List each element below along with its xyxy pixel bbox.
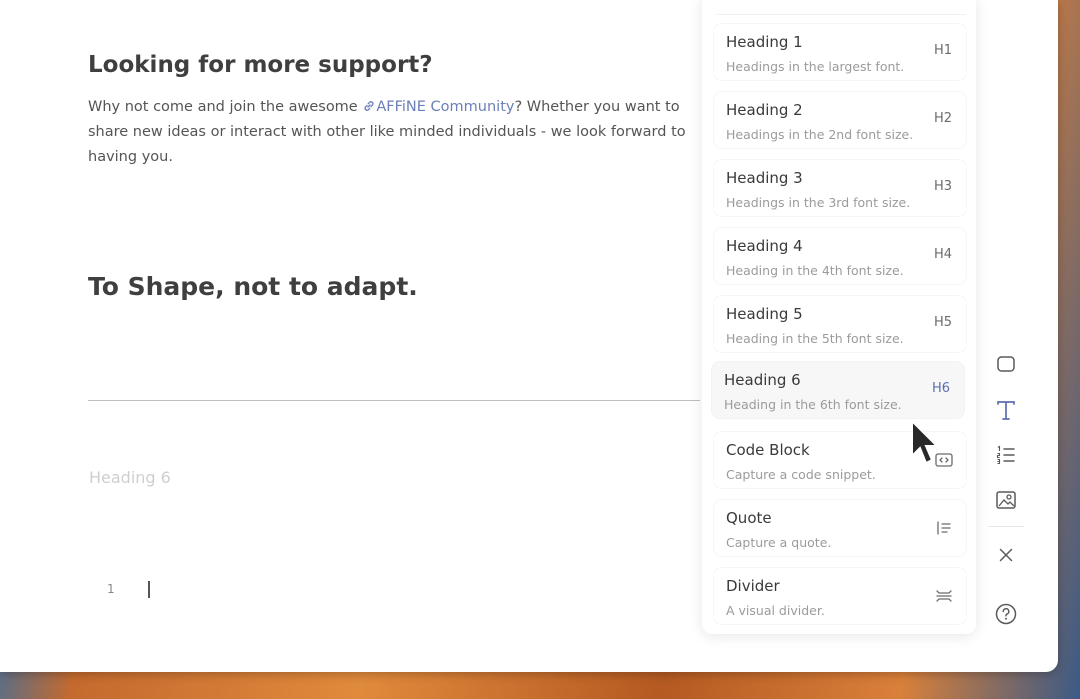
- quote-icon: [937, 521, 951, 535]
- paragraph-line-3: having you.: [88, 149, 173, 165]
- edgeless-toolbar: [984, 346, 1028, 576]
- menu-item-description: Heading in the 4th font size.: [726, 263, 904, 278]
- menu-item-text-partial[interactable]: [716, 0, 966, 15]
- paragraph-text: Why not come and join the awesome: [88, 99, 363, 115]
- menu-item-shortcut: H5: [933, 315, 952, 330]
- menu-item-heading-4[interactable]: Heading 4 Heading in the 4th font size. …: [714, 228, 966, 284]
- support-paragraph[interactable]: Why not come and join the awesome AFFiNE…: [88, 95, 728, 170]
- menu-item-title: Code Block: [726, 441, 810, 459]
- paragraph-line-2: share new ideas or interact with other l…: [88, 124, 686, 140]
- menu-item-title: Heading 1: [726, 33, 803, 51]
- image-icon[interactable]: [994, 488, 1018, 512]
- menu-item-title: Heading 4: [726, 237, 803, 255]
- menu-item-description: Headings in the 3rd font size.: [726, 195, 911, 210]
- app-window: Looking for more support? Why not come a…: [0, 0, 1058, 672]
- menu-item-heading-1[interactable]: Heading 1 Headings in the largest font. …: [714, 24, 966, 80]
- menu-item-shortcut: H2: [933, 111, 952, 126]
- menu-item-heading-5[interactable]: Heading 5 Heading in the 5th font size. …: [714, 296, 966, 352]
- menu-item-description: Capture a quote.: [726, 535, 832, 550]
- shape-icon[interactable]: [994, 352, 1018, 376]
- text-icon[interactable]: [994, 398, 1018, 422]
- menu-item-description: Heading in the 6th font size.: [724, 397, 902, 412]
- list-icon[interactable]: [994, 443, 1018, 467]
- menu-item-heading-3[interactable]: Heading 3 Headings in the 3rd font size.…: [714, 160, 966, 216]
- menu-item-heading-6[interactable]: Heading 6 Heading in the 6th font size. …: [712, 362, 964, 418]
- text-caret: [148, 581, 150, 598]
- mouse-cursor-icon: [911, 418, 940, 465]
- close-icon[interactable]: [994, 543, 1018, 567]
- menu-item-description: A visual divider.: [726, 603, 825, 618]
- support-heading[interactable]: Looking for more support?: [88, 52, 433, 78]
- menu-item-description: Headings in the 2nd font size.: [726, 127, 914, 142]
- menu-item-description: Headings in the largest font.: [726, 59, 905, 74]
- paragraph-text: ? Whether you want to: [514, 99, 680, 115]
- menu-item-description: Capture a code snippet.: [726, 467, 876, 482]
- menu-item-title: Heading 3: [726, 169, 803, 187]
- heading-6-placeholder[interactable]: Heading 6: [89, 468, 171, 487]
- shape-heading[interactable]: To Shape, not to adapt.: [88, 272, 418, 301]
- help-icon[interactable]: [994, 602, 1018, 626]
- divider-icon: [936, 590, 952, 602]
- editor-canvas[interactable]: Looking for more support? Why not come a…: [0, 0, 700, 672]
- menu-item-divider[interactable]: Divider A visual divider.: [714, 568, 966, 624]
- menu-item-title: Divider: [726, 577, 780, 595]
- line-number: 1: [107, 582, 115, 596]
- menu-item-title: Heading 2: [726, 101, 803, 119]
- menu-item-title: Heading 6: [724, 371, 801, 389]
- community-link-label: AFFiNE Community: [376, 99, 515, 115]
- menu-item-title: Heading 5: [726, 305, 803, 323]
- menu-item-title: Quote: [726, 509, 772, 527]
- menu-item-shortcut: H1: [933, 43, 952, 58]
- link-icon: [364, 101, 374, 111]
- menu-item-quote[interactable]: Quote Capture a quote.: [714, 500, 966, 556]
- menu-item-shortcut: H6: [931, 381, 950, 396]
- paragraph-line-1: Why not come and join the awesome AFFiNE…: [88, 95, 728, 120]
- divider-block: [88, 400, 700, 401]
- menu-item-shortcut: H4: [933, 247, 952, 262]
- menu-item-heading-2[interactable]: Heading 2 Headings in the 2nd font size.…: [714, 92, 966, 148]
- menu-item-shortcut: H3: [933, 179, 952, 194]
- community-link[interactable]: AFFiNE Community: [362, 99, 514, 115]
- menu-item-description: Heading in the 5th font size.: [726, 331, 904, 346]
- toolbar-divider: [988, 526, 1024, 527]
